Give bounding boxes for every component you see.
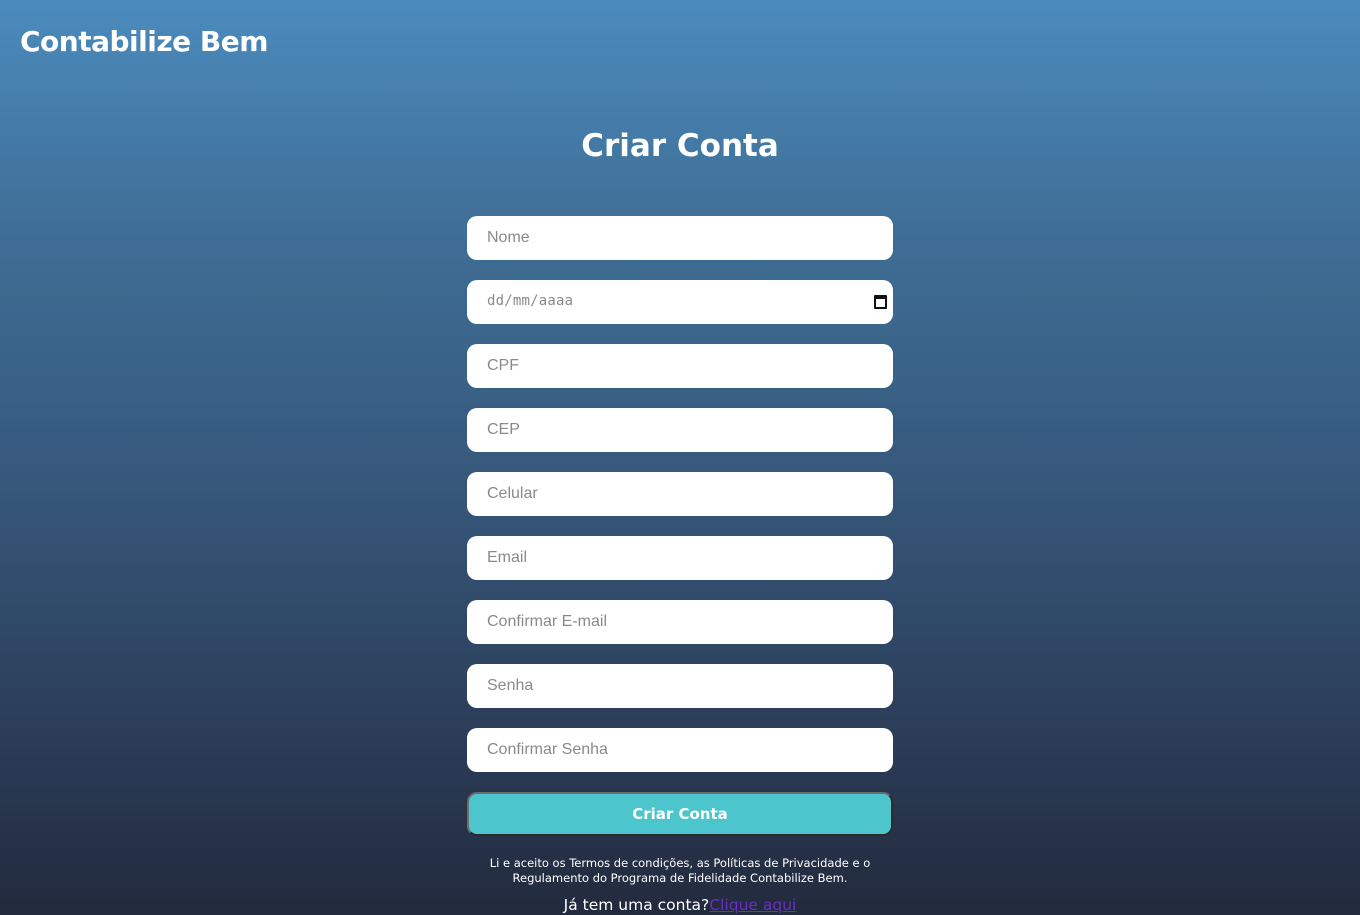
birthdate-input[interactable]: dd/mm/aaaa (467, 280, 893, 324)
login-link[interactable]: Clique aqui (709, 896, 796, 914)
cep-input[interactable] (467, 408, 893, 452)
login-prompt-line: Já tem uma conta?Clique aqui (0, 895, 1360, 915)
birthdate-placeholder: dd/mm/aaaa (487, 293, 574, 309)
login-prompt: Já tem uma conta? (563, 896, 710, 914)
confirm-email-input[interactable] (467, 600, 893, 644)
email-input[interactable] (467, 536, 893, 580)
phone-input[interactable] (467, 472, 893, 516)
signup-form: dd/mm/aaaa Criar Conta (467, 216, 893, 836)
brand-logo[interactable]: Contabilize Bem (20, 24, 268, 60)
confirm-password-input[interactable] (467, 728, 893, 772)
calendar-icon[interactable] (874, 295, 887, 309)
page-title: Criar Conta (581, 128, 779, 164)
terms-text: Li e aceito os Termos de condições, as P… (489, 856, 871, 885)
name-input[interactable] (467, 216, 893, 260)
cpf-input[interactable] (467, 344, 893, 388)
create-account-button[interactable]: Criar Conta (467, 792, 893, 836)
password-input[interactable] (467, 664, 893, 708)
